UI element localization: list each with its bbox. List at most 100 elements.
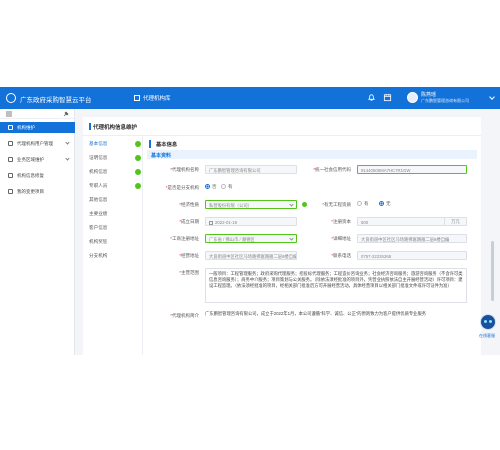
- phone-field[interactable]: 0757-22226268: [357, 251, 467, 260]
- step-label: 机构信息: [89, 169, 108, 174]
- branch-option-yes[interactable]: 有: [221, 184, 233, 190]
- intro-label: *代理机构简介: [170, 313, 199, 318]
- sidebar-item-label: 机构信息修复: [17, 173, 44, 178]
- step-label: 机构奖惩: [89, 239, 108, 244]
- sidebar-item-label: 代理机构用户管理: [17, 141, 53, 146]
- basic-info-form: 基本信息 基本资料 *代理机构名称 广东鹏智管理咨询有限公司 *统一社会信用代码…: [147, 136, 477, 355]
- office-address-label: *经营地址: [179, 253, 199, 258]
- platform-logo-icon: [6, 93, 16, 103]
- avatar[interactable]: [407, 92, 418, 103]
- main-panel: 代理机构信息维护 基本信息 证明信息 机构信息 专职人员 其他信息 主要业绩 客…: [83, 117, 481, 355]
- step-basic-info[interactable]: 基本信息: [89, 141, 143, 147]
- bell-icon[interactable]: [367, 93, 376, 102]
- grid-icon: [134, 95, 140, 101]
- document-icon: [8, 125, 13, 130]
- intro-text: 广东鹏智管理咨询有限公司，成立于2022年1月，本公司遵循“科学、诚信、公正”的…: [205, 311, 427, 316]
- step-rewards[interactable]: 机构奖惩: [89, 239, 143, 245]
- chevron-down-icon[interactable]: [489, 94, 495, 100]
- step-branches[interactable]: 分支机构: [89, 253, 143, 259]
- pin-icon[interactable]: [63, 111, 69, 117]
- sidebar-item-region-maintenance[interactable]: 业务区域维护: [0, 154, 75, 165]
- detail-address-field[interactable]: 大良街道中区社区马场路佛富路雁二层8楼自编: [357, 234, 467, 243]
- detail-address-label: *详细地址: [331, 236, 351, 241]
- tab-agency-library[interactable]: 代理机构库: [134, 94, 171, 102]
- step-other-info[interactable]: 其他信息: [89, 197, 143, 203]
- step-org-info[interactable]: 机构信息: [89, 169, 143, 175]
- calendar-icon[interactable]: [383, 93, 392, 102]
- check-circle-icon: [135, 169, 141, 175]
- step-label: 分支机构: [89, 253, 108, 258]
- qualification-option-yes[interactable]: 有: [357, 201, 369, 207]
- radio-icon: [205, 184, 210, 189]
- reg-address-label: *工商注册地址: [170, 236, 199, 241]
- sidebar-item-my-changes[interactable]: 我的变更项目: [0, 186, 75, 197]
- step-label: 其他信息: [89, 197, 108, 202]
- office-address-field[interactable]: 大良街道中区社区马场路佛富路雁二层8楼自编: [205, 251, 297, 260]
- step-staff[interactable]: 专职人员: [89, 183, 143, 189]
- est-date-label: *成立日期: [179, 219, 199, 224]
- repair-icon: [8, 173, 13, 178]
- reg-address-select[interactable]: 广东省 / 佛山市 / 顺德区: [205, 234, 297, 243]
- radio-icon: [379, 201, 384, 206]
- step-nav: 基本信息 证明信息 机构信息 专职人员 其他信息 主要业绩 客户信息 机构奖惩 …: [83, 136, 143, 355]
- region-icon: [8, 157, 13, 162]
- qualification-option-no[interactable]: 无: [379, 201, 391, 207]
- chevron-down-icon: [65, 156, 70, 161]
- step-label: 专职人员: [89, 183, 108, 188]
- chevron-down-icon: [289, 236, 294, 241]
- user-name: 陈燕瑶: [421, 92, 437, 98]
- econ-type-select[interactable]: 私营股份有限（公司）: [205, 200, 297, 209]
- chevron-down-icon: [65, 140, 70, 145]
- calendar-icon: [209, 221, 213, 225]
- scrollbar[interactable]: [491, 241, 494, 301]
- page-title: 代理机构信息维护: [93, 125, 138, 131]
- sidebar-item-label: 机构维护: [17, 125, 35, 130]
- sidebar-item-info-repair[interactable]: 机构信息修复: [0, 170, 75, 181]
- app-window: 广东政府采购智慧云平台 代理机构库 陈燕瑶 广东鹏智管理咨询有限公司 机构维护 …: [0, 87, 500, 355]
- unit-suffix: 万元: [444, 218, 466, 225]
- app-title: 广东政府采购智慧云平台: [20, 97, 92, 104]
- sidebar: 机构维护 代理机构用户管理 业务区域维护 机构信息修复 我的变更项目: [0, 109, 75, 355]
- scope-textarea[interactable]: 一般项目：工程管理服务；政府采购代理服务；招投标代理服务；工程造价咨询业务；社会…: [205, 268, 467, 303]
- step-client-info[interactable]: 客户信息: [89, 225, 143, 231]
- chevron-down-icon: [289, 202, 294, 207]
- menu-icon[interactable]: [6, 111, 12, 117]
- phone-label: *联系电话: [331, 253, 351, 258]
- reg-capital-label: *注册资本: [331, 219, 351, 224]
- step-label: 主要业绩: [89, 211, 108, 216]
- org-name-label: *代理机构名称: [170, 167, 199, 172]
- sidebar-item-org-maintenance[interactable]: 机构维护: [0, 122, 75, 133]
- step-certificate-info[interactable]: 证明信息: [89, 155, 143, 161]
- scope-label: *主营范围: [179, 270, 199, 275]
- step-label: 客户信息: [89, 225, 108, 230]
- step-label: 证明信息: [89, 155, 108, 160]
- branch-label: *是否是分支机构: [165, 185, 199, 190]
- check-circle-icon: [135, 141, 141, 147]
- check-circle-icon: [135, 183, 141, 189]
- reg-capital-field[interactable]: 500 万元: [357, 217, 467, 226]
- title-accent-bar: [89, 123, 91, 130]
- econ-type-label: *经济性质: [179, 202, 199, 207]
- step-performance[interactable]: 主要业绩: [89, 211, 143, 217]
- robot-assistant-icon[interactable]: [480, 314, 496, 330]
- est-date-field[interactable]: 2022-01-19: [205, 217, 297, 226]
- sidebar-item-label: 业务区域维护: [17, 157, 44, 162]
- branch-option-no[interactable]: 否: [205, 184, 217, 190]
- user-org: 广东鹏智管理咨询有限公司: [421, 98, 469, 103]
- qualification-label: *有无工程资质: [322, 202, 351, 207]
- list-icon: [8, 189, 13, 194]
- tab-agency-library-label: 代理机构库: [143, 96, 171, 102]
- top-bar: 广东政府采购智慧云平台 代理机构库 陈燕瑶 广东鹏智管理咨询有限公司: [0, 87, 500, 109]
- org-name-field[interactable]: 广东鹏智管理咨询有限公司: [205, 165, 297, 174]
- users-icon: [8, 141, 13, 146]
- subsection-header: 基本资料: [147, 150, 477, 159]
- radio-icon: [221, 184, 226, 189]
- check-circle-icon: [135, 155, 141, 161]
- sidebar-toolbar: [0, 109, 75, 119]
- credit-code-label: *统一社会信用代码: [313, 167, 351, 172]
- section-title: 基本信息: [149, 140, 177, 148]
- sidebar-item-user-management[interactable]: 代理机构用户管理: [0, 138, 75, 149]
- assistant-label[interactable]: 在线客服: [479, 333, 495, 339]
- sidebar-item-label: 我的变更项目: [17, 189, 44, 194]
- credit-code-field[interactable]: 91440606MA7HC7R1GW: [357, 165, 467, 174]
